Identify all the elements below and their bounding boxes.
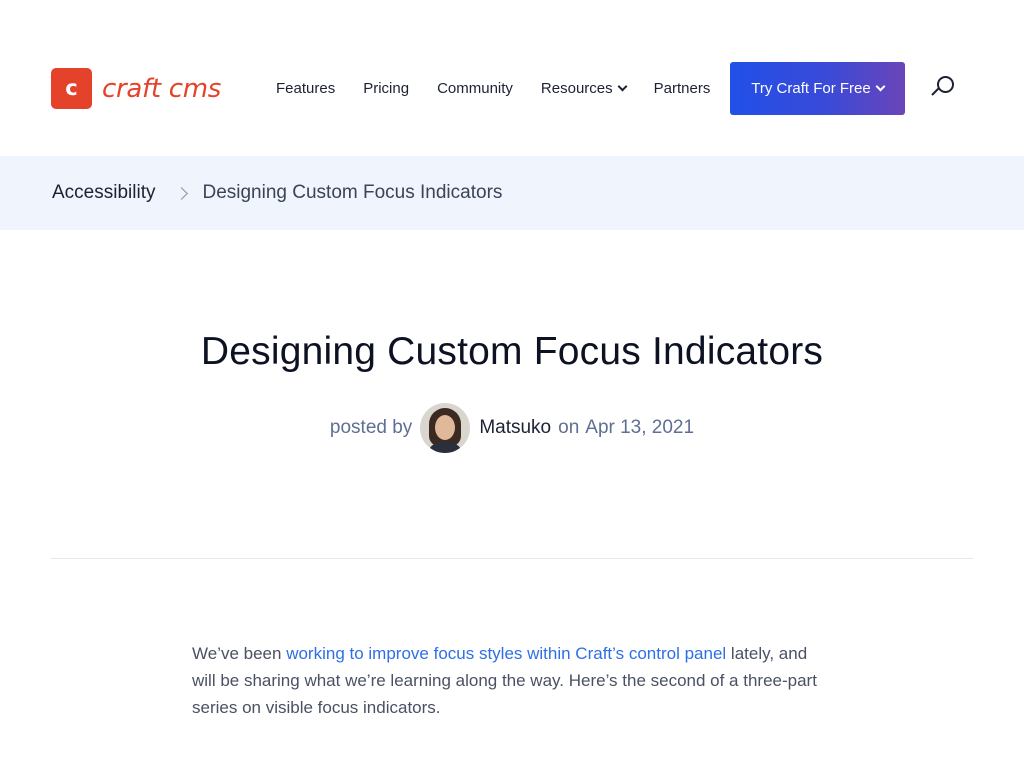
nav-resources-label: Resources — [540, 79, 613, 97]
nav-features[interactable]: Features — [276, 80, 335, 97]
post-date: Apr 13, 2021 — [585, 417, 695, 438]
logo-mark-icon: c — [51, 68, 92, 109]
chevron-right-icon — [175, 186, 189, 200]
search-icon-handle — [931, 87, 940, 96]
logo-mark-letter: c — [65, 76, 78, 100]
intro-text-before: We’ve been — [192, 644, 287, 663]
article-intro: We’ve been working to improve focus styl… — [192, 640, 832, 721]
chevron-down-icon — [875, 81, 886, 92]
nav-partners[interactable]: Partners — [654, 80, 711, 97]
search-button[interactable] — [930, 74, 958, 102]
page-title: Designing Custom Focus Indicators — [200, 330, 824, 373]
posted-by-label: posted by — [329, 417, 413, 438]
logo-wordmark: craft cms — [102, 73, 221, 104]
main-nav: Features Pricing Community Resources Par… — [276, 76, 710, 100]
craft-cms-logo[interactable]: c craft cms — [51, 68, 221, 109]
breadcrumb: Accessibility Designing Custom Focus Ind… — [0, 156, 1024, 230]
post-meta: posted by Matsuko on Apr 13, 2021 — [0, 403, 1024, 453]
divider — [51, 558, 973, 559]
site-header: c craft cms Features Pricing Community R… — [0, 0, 1024, 156]
search-icon — [937, 76, 954, 93]
nav-community[interactable]: Community — [437, 80, 513, 97]
on-label: on — [558, 417, 580, 438]
breadcrumb-current: Designing Custom Focus Indicators — [202, 182, 503, 203]
nav-resources[interactable]: Resources — [540, 79, 628, 97]
try-craft-for-free-button[interactable]: Try Craft For Free — [730, 62, 905, 115]
breadcrumb-accessibility-link[interactable]: Accessibility — [52, 182, 155, 204]
author-avatar — [420, 403, 471, 453]
author-link[interactable]: Matsuko — [479, 417, 551, 439]
focus-styles-link[interactable]: working to improve focus styles within C… — [286, 644, 726, 663]
cta-label: Try Craft For Free — [751, 80, 871, 97]
nav-pricing[interactable]: Pricing — [363, 80, 409, 97]
chevron-down-icon — [617, 81, 628, 91]
